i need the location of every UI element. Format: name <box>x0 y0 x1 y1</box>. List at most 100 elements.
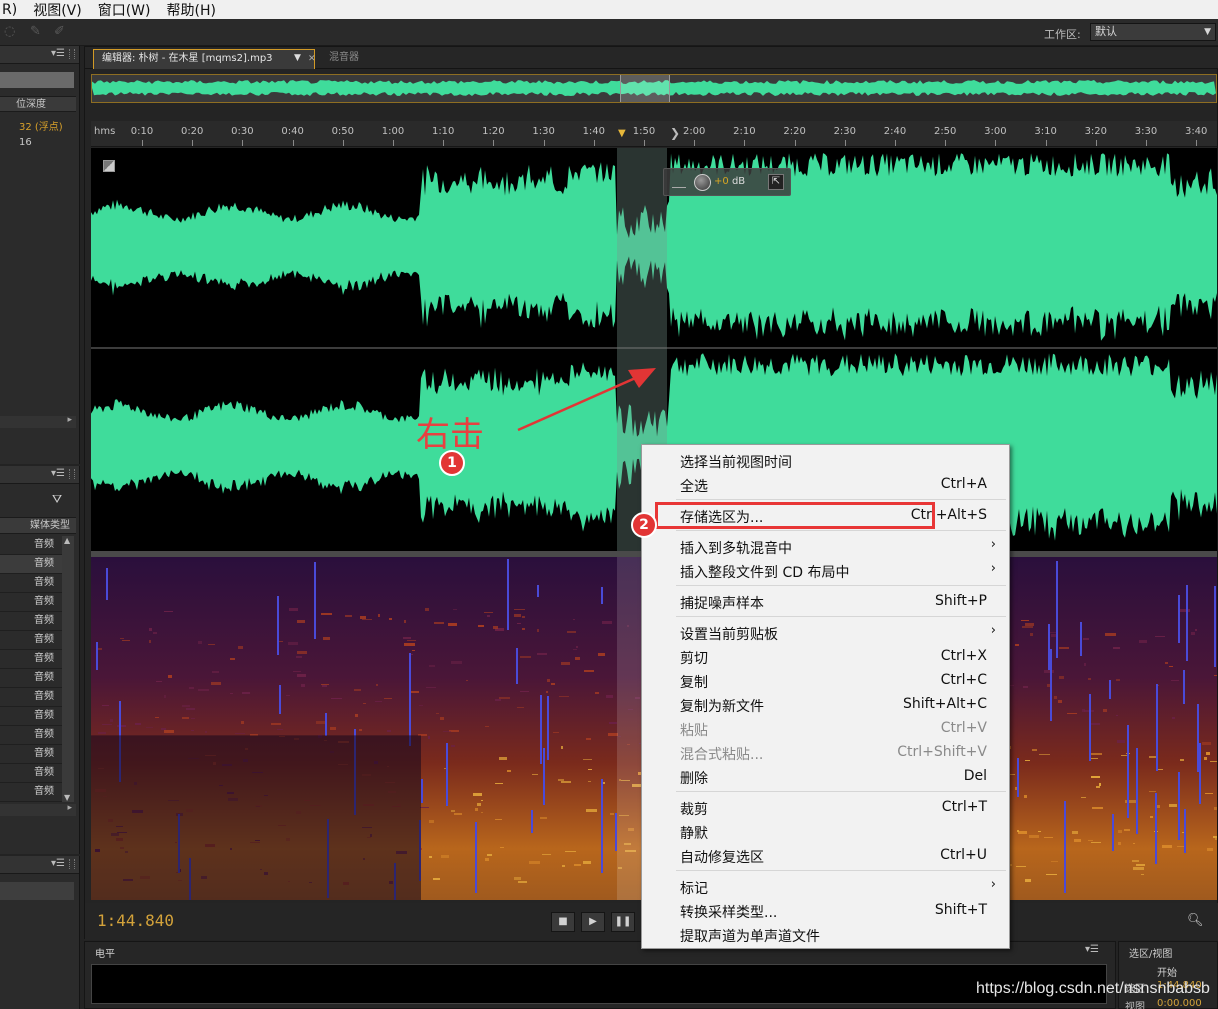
time-ruler[interactable]: hms 0:10 0:20 0:30 0:40 0:50 1:00 1:10 1:20 1:30… <box>91 121 1217 147</box>
playhead-icon[interactable]: ▼ <box>618 128 626 140</box>
menu-item-select-all[interactable]: 全选 Ctrl+A <box>643 473 1008 497</box>
menu-item-shortcut: Ctrl+Shift+V <box>897 744 987 760</box>
scroll-up-icon[interactable]: ▲ <box>64 536 70 545</box>
scroll-right-icon[interactable]: ▸ <box>67 803 72 813</box>
list-item[interactable]: 音频 <box>0 631 62 650</box>
tab-mixer[interactable]: 混音器 <box>321 49 391 69</box>
list-item[interactable]: 音频 <box>0 536 62 555</box>
play-button[interactable]: ▶ <box>581 912 605 932</box>
menu-item-extract-channels[interactable]: 提取声道为单声道文件 <box>643 923 1008 947</box>
lasso-icon[interactable]: ◌ <box>4 25 20 39</box>
menu-edit-partial[interactable]: R) <box>0 2 17 18</box>
gain-hud[interactable]: +0 dB ⇱ <box>663 168 791 196</box>
track-toggle-icon[interactable] <box>103 160 115 172</box>
list-item[interactable]: 音频 <box>0 612 62 631</box>
list-item[interactable]: 音频 <box>0 726 62 745</box>
menu-item-marker[interactable]: 标记 › <box>643 875 1008 899</box>
spectrogram-energy <box>1050 632 1057 633</box>
menu-item-copy[interactable]: 复制 Ctrl+C <box>643 669 1008 693</box>
filter-icon[interactable]: ⛛ <box>52 492 62 507</box>
menu-view[interactable]: 视图(V) <box>31 0 82 20</box>
list-item[interactable]: 音频 <box>0 745 62 764</box>
scroll-right-icon[interactable]: ▸ <box>67 415 72 425</box>
list-item[interactable]: 音频 <box>0 574 62 593</box>
panel-menu-icon[interactable]: ▾☰ <box>51 48 65 59</box>
list-item[interactable]: 音频 <box>0 764 62 783</box>
list-item[interactable]: 音频 <box>0 593 62 612</box>
list-item[interactable]: 音频 <box>0 650 62 669</box>
pin-hud-icon[interactable]: ⇱ <box>768 174 784 190</box>
panel-field[interactable] <box>0 882 74 900</box>
menu-item-shortcut: Shift+T <box>934 902 987 918</box>
chevron-down-icon[interactable]: ▼ <box>294 52 306 64</box>
scroll-down-icon[interactable]: ▼ <box>64 793 70 802</box>
horizontal-scrollbar[interactable]: ▸ <box>0 803 76 816</box>
menu-item-delete[interactable]: 删除 Del <box>643 765 1008 789</box>
spectrogram-energy <box>487 854 492 856</box>
spectrogram-energy <box>1214 807 1217 810</box>
close-icon[interactable]: ✕ <box>308 50 316 68</box>
brush-icon[interactable]: ✎ <box>30 25 46 39</box>
media-type-column-header[interactable]: 媒体类型 <box>0 517 76 534</box>
menu-window[interactable]: 窗口(W) <box>96 0 151 20</box>
menu-item-silence[interactable]: 静默 <box>643 820 1008 844</box>
spectrogram-energy <box>110 719 113 722</box>
current-time-display[interactable]: 1:44.840 <box>97 911 174 930</box>
spectrogram-energy <box>1029 835 1039 838</box>
list-item[interactable]: 音频 <box>0 555 62 574</box>
spectrogram-energy <box>426 687 436 688</box>
menu-item-label: 删除 <box>680 771 708 787</box>
list-item[interactable]: 音频 <box>0 688 62 707</box>
list-item[interactable]: 音频 <box>0 707 62 726</box>
menu-item-crop[interactable]: 裁剪 Ctrl+T <box>643 796 1008 820</box>
view-start-value[interactable]: 0:00.000 <box>1157 998 1202 1009</box>
spectrogram-energy <box>1058 700 1062 703</box>
tab-editor[interactable]: 编辑器: 朴树 - 在木星 [mqms2].mp3 ▼ ✕ <box>93 49 316 69</box>
selection-end-handle-icon[interactable]: ❯ <box>670 126 680 140</box>
panel-grip-icon[interactable] <box>69 859 75 869</box>
pause-button[interactable]: ❚❚ <box>611 912 635 932</box>
menu-item-cut[interactable]: 剪切 Ctrl+X <box>643 645 1008 669</box>
menu-item-select-current-view[interactable]: 选择当前视图时间 <box>643 449 1008 473</box>
files-search-field[interactable] <box>0 72 74 88</box>
menu-item-capture-noise-print[interactable]: 捕捉噪声样本 Shift+P <box>643 590 1008 614</box>
menu-item-convert-sample-type[interactable]: 转换采样类型... Shift+T <box>643 899 1008 923</box>
list-item[interactable]: 音频 <box>0 669 62 688</box>
spectrogram-energy <box>1118 830 1122 833</box>
list-item[interactable]: 音频 <box>0 783 62 802</box>
panel-grip-icon[interactable] <box>69 49 75 59</box>
spectrogram-energy <box>484 612 493 613</box>
spot-heal-icon[interactable]: ✐ <box>54 25 70 39</box>
workspace-select[interactable]: 默认 ▼ <box>1090 23 1216 41</box>
overview-visible-range[interactable] <box>620 75 670 102</box>
vertical-scrollbar[interactable]: ▲ ▼ <box>62 536 74 802</box>
menu-item-set-clipboard[interactable]: 设置当前剪贴板 › <box>643 621 1008 645</box>
menu-help[interactable]: 帮助(H) <box>165 0 216 20</box>
spectrogram-energy <box>495 783 503 784</box>
menu-item-mix-paste: 混合式粘贴... Ctrl+Shift+V <box>643 741 1008 765</box>
ruler-tick-label: 0:40 <box>281 126 304 137</box>
bit-depth-column-header[interactable]: 位深度 <box>0 96 76 112</box>
overview-waveform[interactable] <box>91 74 1217 103</box>
menu-item-auto-heal[interactable]: 自动修复选区 Ctrl+U <box>643 844 1008 868</box>
spectrogram-energy <box>331 698 342 699</box>
spectrogram-energy <box>567 631 576 633</box>
panel-menu-icon[interactable]: ▾☰ <box>51 858 65 869</box>
stop-button[interactable]: ■ <box>551 912 575 932</box>
media-list: 音频 音频 音频 音频 音频 音频 音频 音频 音频 音频 音频 音频 音频 音… <box>0 536 62 802</box>
horizontal-scrollbar[interactable]: ▸ <box>0 415 76 428</box>
panel-grip-icon[interactable] <box>69 469 75 479</box>
zoom-in-icon[interactable]: 🔍︎ <box>1187 913 1204 928</box>
menu-item-insert-cd-layout[interactable]: 插入整段文件到 CD 布局中 › <box>643 559 1008 583</box>
menu-bar: R) 视图(V) 窗口(W) 帮助(H) <box>0 0 1218 19</box>
menu-item-insert-multitrack[interactable]: 插入到多轨混音中 › <box>643 535 1008 559</box>
spectrogram-energy <box>1165 662 1168 664</box>
gain-knob[interactable] <box>694 174 711 191</box>
menu-item-copy-to-new[interactable]: 复制为新文件 Shift+Alt+C <box>643 693 1008 717</box>
ruler-tick-label: 1:20 <box>482 126 505 137</box>
panel-menu-icon[interactable]: ▾☰ <box>1085 944 1099 955</box>
panel-menu-icon[interactable]: ▾☰ <box>51 468 65 479</box>
spectrogram-energy <box>1116 715 1118 716</box>
spectrogram-energy <box>540 817 547 819</box>
spectrogram-energy <box>514 877 521 880</box>
